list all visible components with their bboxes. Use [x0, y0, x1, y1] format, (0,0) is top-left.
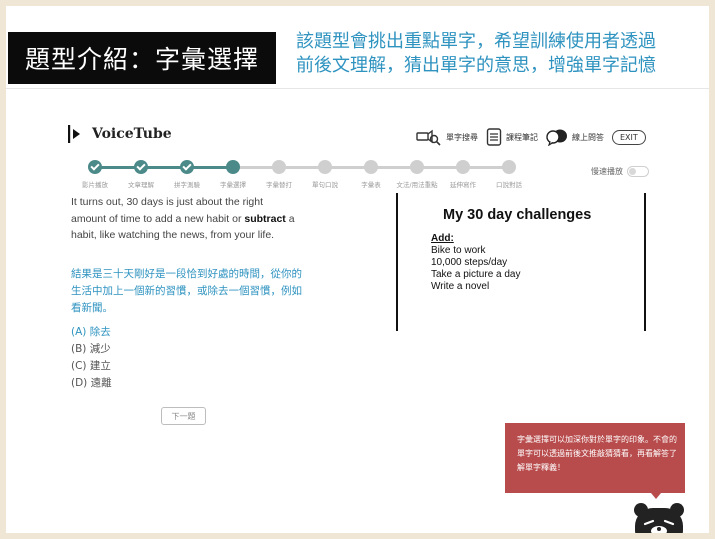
step-dot-1[interactable]	[88, 160, 102, 174]
slow-play-label: 慢速播放	[591, 167, 623, 176]
slide: 題型介紹：字彙選擇 該題型會挑出重點單字，希望訓練使用者透過 前後文理解，猜出單…	[6, 6, 709, 533]
word-search-button[interactable]: 單字搜尋	[416, 128, 478, 146]
slow-play-toggle[interactable]	[627, 166, 649, 177]
translation-text: 結果是三十天剛好是一段恰到好處的時間，從你的生活中加上一個新的習慣，或除去一個習…	[71, 268, 302, 314]
passage-text: It turns out, 30 days is just about the …	[71, 194, 296, 244]
board-item: 10,000 steps/day	[431, 257, 508, 268]
option-b[interactable]: (B) 減少	[71, 341, 112, 358]
top-actions: 單字搜尋 課程筆記 線上問答 EXIT	[416, 128, 646, 146]
board-title: My 30 day challenges	[443, 207, 592, 223]
step-dot-8[interactable]	[410, 160, 424, 174]
slide-intro: 該題型會挑出重點單字，希望訓練使用者透過 前後文理解，猜出單字的意思，增強單字記…	[296, 30, 706, 78]
step-label: 文章理解	[128, 181, 154, 189]
app-logo[interactable]: VoiceTube	[68, 124, 172, 144]
step-label: 文法/用法重點	[396, 181, 438, 189]
option-c[interactable]: (C) 建立	[71, 358, 112, 375]
notes-icon	[486, 128, 502, 146]
magnifier-speaker-icon	[416, 129, 441, 146]
step-dot-10[interactable]	[502, 160, 516, 174]
step-label: 單句口說	[312, 181, 338, 189]
intro-line-1: 該題型會挑出重點單字，希望訓練使用者透過	[296, 31, 656, 52]
passage-pre: It turns out, 30 days is just about the …	[71, 196, 264, 225]
step-label: 拼字測驗	[174, 181, 200, 189]
step-label: 字彙選擇	[220, 181, 246, 189]
voicetube-logo-icon	[68, 125, 80, 143]
challenge-board-image: My 30 day challenges Add: Bike to work 1…	[396, 193, 646, 331]
step-label: 口說對話	[496, 181, 522, 189]
answer-options: (A) 除去 (B) 減少 (C) 建立 (D) 遠離	[71, 324, 112, 392]
option-a[interactable]: (A) 除去	[71, 324, 112, 341]
online-qa-button[interactable]: 線上問答	[546, 128, 604, 146]
progress-stepper: 影片播放 文章理解 拼字測驗 字彙選擇 字彙替打 單句口說 字彙表 文法/用法重點 延伸寫作 口說…	[66, 159, 522, 189]
board-item: Take a picture a day	[431, 269, 521, 280]
slide-title: 題型介紹：字彙選擇	[8, 32, 276, 84]
step-label: 影片播放	[82, 181, 108, 189]
step-label: 字彙表	[361, 181, 381, 189]
target-word: subtract	[244, 212, 286, 225]
chat-bubbles-icon	[546, 129, 567, 146]
intro-line-2: 前後文理解，猜出單字的意思，增強單字記憶	[296, 55, 656, 76]
word-search-label: 單字搜尋	[446, 132, 478, 142]
app-name: VoiceTube	[92, 126, 172, 142]
exit-button[interactable]: EXIT	[612, 129, 646, 145]
option-d[interactable]: (D) 遠離	[71, 375, 112, 392]
step-dot-3[interactable]	[180, 160, 194, 174]
step-dot-4[interactable]	[226, 160, 240, 174]
step-label: 延伸寫作	[450, 181, 476, 189]
online-qa-label: 線上問答	[572, 132, 604, 142]
divider	[6, 88, 709, 89]
step-dot-5[interactable]	[272, 160, 286, 174]
course-notes-button[interactable]: 課程筆記	[486, 128, 538, 146]
tip-speech-bubble: 字彙選擇可以加深你對於單字的印象。不會的單字可以透過前後文推敲猜猜看，再看解答了…	[505, 423, 685, 499]
step-dot-2[interactable]	[134, 160, 148, 174]
step-dot-9[interactable]	[456, 160, 470, 174]
step-label: 字彙替打	[266, 181, 292, 189]
board-item: Bike to work	[431, 245, 486, 256]
next-question-button[interactable]: 下一題	[161, 407, 206, 425]
course-notes-label: 課程筆記	[506, 132, 538, 142]
board-item: Write a novel	[431, 281, 490, 292]
step-dot-7[interactable]	[364, 160, 378, 174]
bear-mascot-icon	[634, 503, 684, 533]
step-dot-6[interactable]	[318, 160, 332, 174]
slow-play-control: 慢速播放	[591, 166, 649, 177]
board-heading: Add:	[431, 233, 454, 244]
